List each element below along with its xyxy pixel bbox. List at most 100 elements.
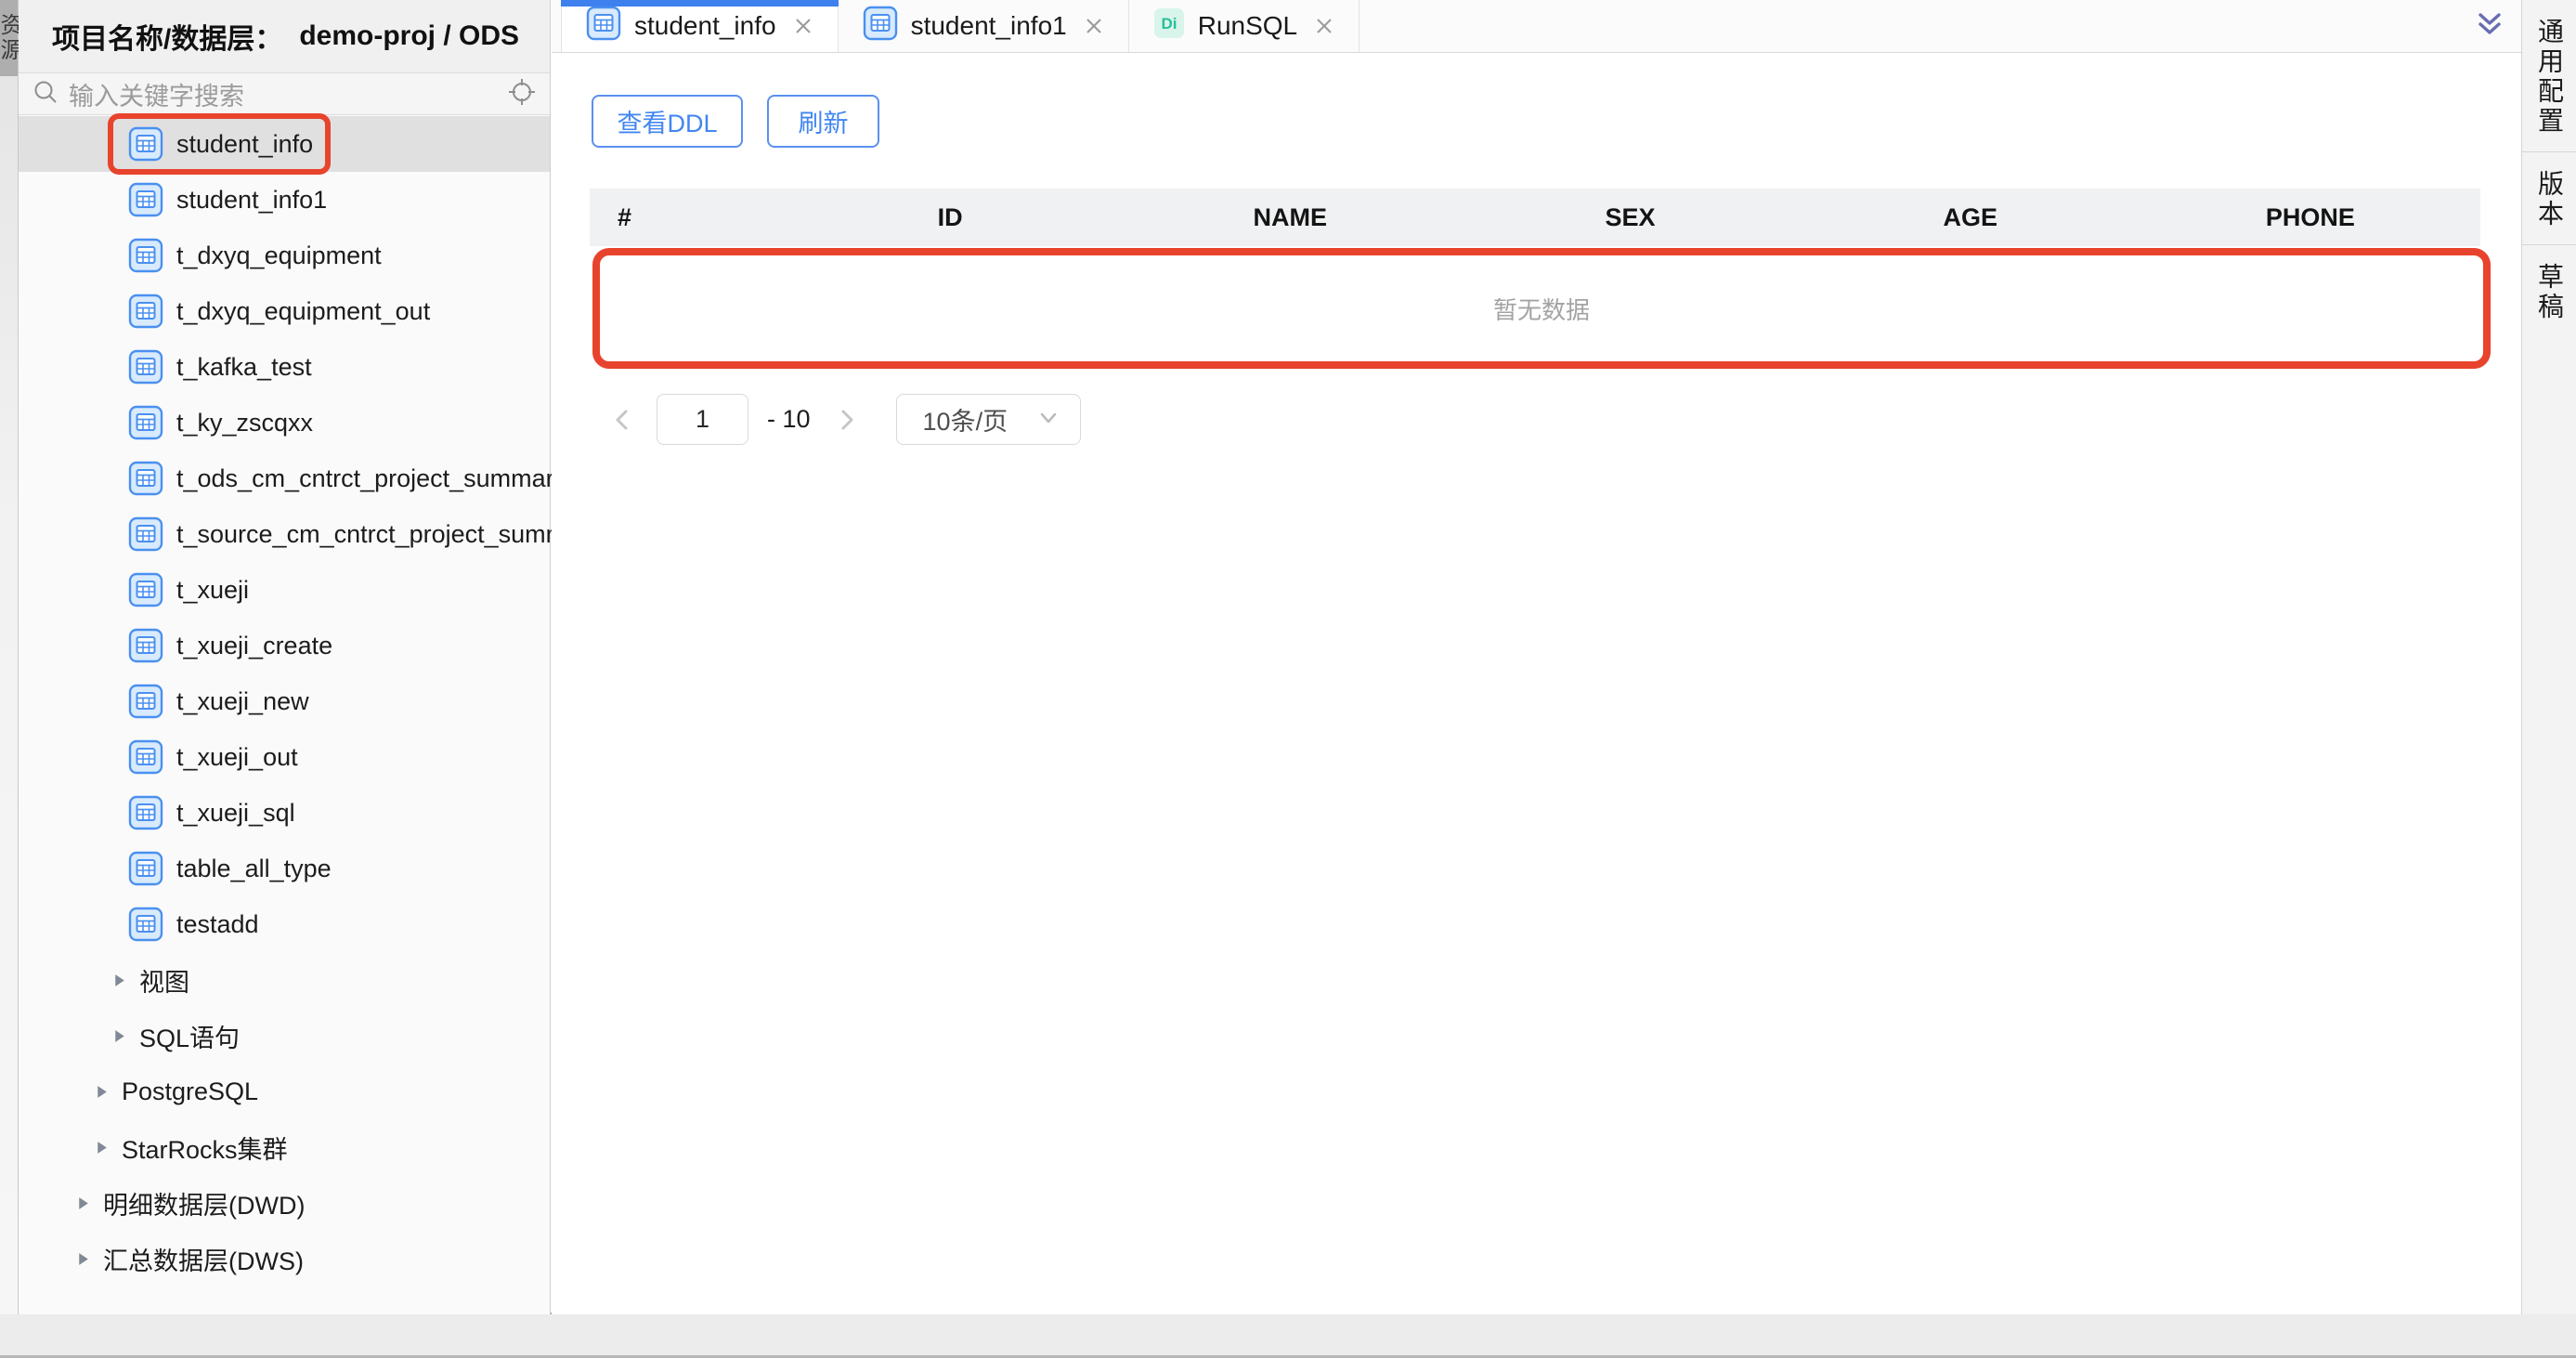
- tabs-container: student_info student_info1 Di RunSQL: [561, 0, 1360, 52]
- search-input[interactable]: 输入关键字搜索: [69, 76, 507, 112]
- table-icon: [128, 294, 163, 329]
- svg-text:Di: Di: [1161, 15, 1177, 33]
- table-icon: [128, 405, 163, 440]
- tree-item-label: t_dxyq_equipment_out: [176, 297, 430, 326]
- tree-item-testadd[interactable]: testadd: [19, 896, 550, 952]
- table-icon: [128, 126, 163, 162]
- tab-label: student_info1: [911, 11, 1067, 41]
- tree-search-bar: 输入关键字搜索: [19, 73, 550, 115]
- table-icon: [128, 795, 163, 830]
- empty-data-text: 暂无数据: [1493, 292, 1590, 326]
- tree-item-label: SQL语句: [139, 1018, 240, 1054]
- prev-page-icon[interactable]: [608, 406, 636, 434]
- tree-item-label: t_source_cm_cntrct_project_summary: [176, 520, 602, 549]
- tree-item-t_xueji_out[interactable]: t_xueji_out: [19, 729, 550, 785]
- caret-right-icon[interactable]: [94, 1084, 111, 1100]
- empty-data-annotation-box: 暂无数据: [592, 248, 2491, 369]
- caret-right-icon[interactable]: [111, 973, 128, 988]
- tree-item-汇总数据层(DWS)[interactable]: 汇总数据层(DWS): [19, 1231, 550, 1286]
- collapse-double-chevron-icon[interactable]: [2473, 7, 2506, 46]
- tree-item-label: t_ky_zscqxx: [176, 409, 313, 437]
- tree-item-t_dxyq_equipment[interactable]: t_dxyq_equipment: [19, 228, 550, 283]
- page-size-select[interactable]: 10条/页: [896, 394, 1081, 445]
- app-window: 资源 项目名称/数据层： demo-proj / ODS 输入关键字搜索 stu…: [0, 0, 2576, 1314]
- tree-item-student_info[interactable]: student_info: [19, 116, 550, 172]
- column-header-#: #: [590, 203, 780, 232]
- tree-item-table_all_type[interactable]: table_all_type: [19, 841, 550, 896]
- search-icon: [32, 78, 59, 111]
- column-header-ID: ID: [780, 203, 1120, 232]
- editor-tabbar: student_info student_info1 Di RunSQL: [552, 0, 2521, 53]
- di-runsql-icon: Di: [1153, 7, 1185, 46]
- tree-item-StarRocks集群[interactable]: StarRocks集群: [19, 1119, 550, 1175]
- tree-item-t_ods_cm_cntrct_project_summary[interactable]: t_ods_cm_cntrct_project_summary: [19, 450, 550, 506]
- tree-item-label: StarRocks集群: [122, 1129, 288, 1166]
- tree-item-label: t_xueji: [176, 576, 249, 605]
- tab-RunSQL[interactable]: Di RunSQL: [1129, 0, 1360, 52]
- column-header-PHONE: PHONE: [2140, 203, 2480, 232]
- page-size-value: 10条/页: [923, 401, 1035, 437]
- refresh-button[interactable]: 刷新: [767, 95, 879, 148]
- caret-right-icon[interactable]: [75, 1195, 92, 1211]
- close-icon[interactable]: [1084, 16, 1104, 36]
- result-table-header: #IDNAMESEXAGEPHONE: [590, 189, 2480, 246]
- rail-tab-label: 通用配置: [2533, 18, 2565, 137]
- next-page-icon[interactable]: [833, 406, 861, 434]
- tree-item-t_xueji_sql[interactable]: t_xueji_sql: [19, 785, 550, 841]
- tab-label: RunSQL: [1198, 11, 1297, 41]
- resource-sidebar: 项目名称/数据层： demo-proj / ODS 输入关键字搜索 studen…: [19, 0, 551, 1314]
- tree-item-label: 明细数据层(DWD): [103, 1185, 305, 1221]
- tree-item-label: t_xueji_out: [176, 743, 298, 772]
- table-icon: [128, 628, 163, 663]
- close-icon[interactable]: [793, 16, 813, 36]
- tab-label: student_info: [634, 11, 776, 41]
- tree-item-t_xueji_new[interactable]: t_xueji_new: [19, 673, 550, 729]
- page-range-text: - 10: [767, 405, 811, 434]
- project-layer-label: 项目名称/数据层：: [52, 16, 282, 57]
- tree-item-t_xueji[interactable]: t_xueji: [19, 562, 550, 618]
- left-collapsed-panel: 资源: [0, 0, 19, 1314]
- tab-student_info[interactable]: student_info: [561, 0, 839, 52]
- tree-item-label: student_info1: [176, 186, 327, 215]
- tree-item-PostgreSQL[interactable]: PostgreSQL: [19, 1064, 550, 1119]
- tree-item-t_source_cm_cntrct_project_summary[interactable]: t_source_cm_cntrct_project_summary: [19, 506, 550, 562]
- tree-item-t_dxyq_equipment_out[interactable]: t_dxyq_equipment_out: [19, 283, 550, 339]
- resources-collapsed-tab[interactable]: 资源: [0, 0, 18, 76]
- table-icon: [128, 461, 163, 496]
- column-header-SEX: SEX: [1460, 203, 1800, 232]
- tree-item-视图[interactable]: 视图: [19, 952, 550, 1008]
- tree-item-student_info1[interactable]: student_info1: [19, 172, 550, 228]
- rail-tab-版本[interactable]: 版本: [2522, 152, 2576, 245]
- table-icon: [128, 572, 163, 607]
- tree-item-label: 汇总数据层(DWS): [103, 1241, 304, 1277]
- rail-tab-label: 版本: [2533, 170, 2565, 229]
- tree-item-SQL语句[interactable]: SQL语句: [19, 1008, 550, 1064]
- table-icon: [128, 516, 163, 552]
- pagination-bar: 1 - 10 10条/页: [608, 394, 1081, 445]
- rail-tab-通用配置[interactable]: 通用配置: [2522, 0, 2576, 152]
- tree-item-label: t_ods_cm_cntrct_project_summary: [176, 464, 566, 493]
- page-number-input[interactable]: 1: [657, 394, 748, 445]
- tree-item-label: t_kafka_test: [176, 353, 312, 382]
- column-header-NAME: NAME: [1120, 203, 1460, 232]
- table-icon: [128, 684, 163, 719]
- tab-student_info1[interactable]: student_info1: [839, 0, 1129, 52]
- view-ddl-button[interactable]: 查看DDL: [592, 95, 743, 148]
- caret-right-icon[interactable]: [75, 1251, 92, 1267]
- tree-item-t_ky_zscqxx[interactable]: t_ky_zscqxx: [19, 395, 550, 450]
- column-header-AGE: AGE: [1801, 203, 2140, 232]
- table-icon: [128, 907, 163, 942]
- caret-right-icon[interactable]: [94, 1140, 111, 1156]
- project-layer-value: demo-proj / ODS: [299, 20, 519, 52]
- tree-item-明细数据层(DWD)[interactable]: 明细数据层(DWD): [19, 1175, 550, 1231]
- rail-tab-草稿[interactable]: 草稿: [2522, 245, 2576, 337]
- locate-node-icon[interactable]: [507, 77, 537, 111]
- close-icon[interactable]: [1314, 16, 1334, 36]
- tree-item-label: PostgreSQL: [122, 1077, 258, 1106]
- tree-item-label: 视图: [139, 962, 189, 999]
- tree-item-label: t_xueji_sql: [176, 799, 295, 828]
- caret-right-icon[interactable]: [111, 1028, 128, 1044]
- tabbar-right: [2473, 0, 2521, 52]
- tree-item-t_xueji_create[interactable]: t_xueji_create: [19, 618, 550, 673]
- tree-item-t_kafka_test[interactable]: t_kafka_test: [19, 339, 550, 395]
